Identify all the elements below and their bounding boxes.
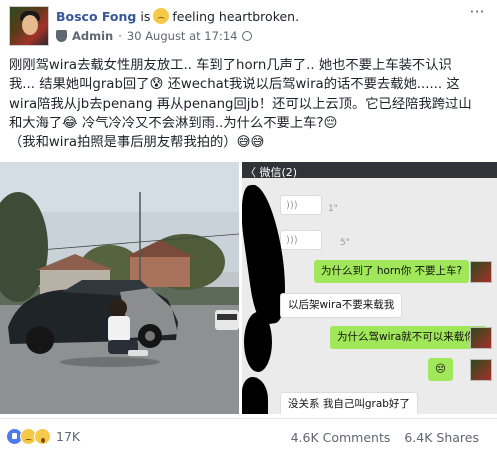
post-footer: 17K 4.6K Comments 6.4K Shares [0, 418, 497, 456]
chat-message-sent: 为什么到了 horn你 不要上车? [314, 260, 470, 283]
chat-screenshot[interactable]: 〈 微信(2) ))) 1" ))) 5" 为什么到了 horn你 不要上车? … [241, 162, 497, 414]
post-header: Bosco Fong is feeling heartbroken. Admin… [0, 0, 497, 52]
avatar-face [22, 15, 38, 35]
admin-badge: Admin [72, 29, 114, 43]
admin-shield-icon [56, 30, 67, 42]
more-options-button[interactable]: ··· [467, 4, 487, 20]
post-text-line: 刚刚驾wira去载女性朋友放工.. 车到了horn几声了.. 她也不要上车装不认… [9, 58, 452, 73]
author-line: Bosco Fong is feeling heartbroken. [56, 8, 299, 24]
my-chat-avatar [470, 359, 492, 381]
voice-length: 1" [328, 204, 338, 214]
voice-message: ))) [280, 195, 322, 215]
meta-separator: · [118, 29, 122, 43]
redaction-scribble [244, 312, 272, 372]
post-timestamp[interactable]: 30 August at 17:14 [127, 29, 238, 43]
my-chat-avatar [470, 327, 492, 349]
chat-message-received: 以后架wira不要来载我 [280, 293, 403, 318]
chat-title-bar: 〈 微信(2) [242, 162, 497, 179]
chat-message-sent: 为什么驾wira就不可以来载你? [330, 326, 488, 349]
chat-back-label: 〈 微信(2) [245, 166, 298, 179]
wow-icon [34, 428, 51, 445]
voice-message: ))) [280, 230, 322, 250]
chat-message-received: 没关系 我自己叫grab好了 [280, 392, 418, 414]
post-text-line: wira陪我从jb去penang 再从penang回jb！还可以上云顶。它已经陪… [9, 96, 472, 112]
comments-count-link[interactable]: 4.6K Comments [291, 430, 391, 445]
author-name[interactable]: Bosco Fong [56, 9, 136, 24]
redaction-scribble [242, 377, 268, 414]
is-word: is [140, 8, 151, 24]
voice-wave-icon: ))) [286, 235, 298, 246]
post-body: 刚刚驾wira去载女性朋友放工.. 车到了horn几声了.. 她也不要上车装不认… [9, 56, 489, 152]
car-photo[interactable] [0, 162, 239, 414]
reactions-summary[interactable]: 17K [6, 428, 80, 445]
shares-count-link[interactable]: 6.4K Shares [404, 430, 479, 445]
globe-icon [242, 31, 253, 41]
car-photo-illustration [0, 162, 239, 414]
feeling-text[interactable]: feeling heartbroken. [172, 9, 299, 24]
engagement-stats: 4.6K Comments 6.4K Shares [291, 430, 479, 445]
reaction-count[interactable]: 17K [56, 429, 80, 444]
heartbroken-emoji-icon [153, 8, 170, 24]
voice-length: 5" [340, 238, 350, 248]
chat-message-sent: 😔 [428, 358, 453, 381]
post-meta: Admin · 30 August at 17:14 [56, 29, 253, 43]
voice-wave-icon: ))) [286, 200, 298, 211]
my-chat-avatar [470, 261, 492, 283]
post-text-line: 我... 结果她叫grab回了😰 还wechat我说以后驾wira的话不要去载她… [9, 77, 460, 93]
post-text-line: 和大海了😂 冷气冷冷又不会淋到雨..为什么不要上车?😔 [9, 115, 338, 131]
post-text-line: （我和wira拍照是事后朋友帮我拍的）😅😅 [9, 135, 265, 151]
author-avatar[interactable] [9, 6, 49, 46]
